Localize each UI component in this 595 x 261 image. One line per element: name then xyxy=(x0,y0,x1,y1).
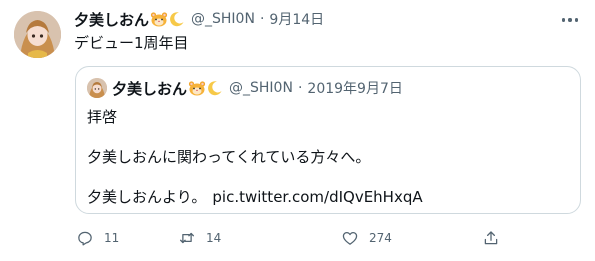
tweet-text: デビュー1周年目 xyxy=(74,34,189,52)
quoted-author-avatar xyxy=(87,78,107,98)
hamster-face-icon xyxy=(150,11,168,27)
quoted-signoff-text: 夕美しおんより。 xyxy=(87,188,207,206)
more-dot-icon xyxy=(574,18,579,22)
reply-icon xyxy=(78,231,92,246)
quoted-tweet-body: 拝啓 夕美しおんに関わってくれている方々へ。 夕美しおんより。 pic.twitt… xyxy=(87,107,423,207)
heart-icon xyxy=(342,231,358,245)
more-options-button[interactable] xyxy=(559,11,581,29)
retweet-icon xyxy=(179,232,195,244)
separator-dot: · xyxy=(259,11,265,27)
quoted-line-greeting: 拝啓 xyxy=(87,108,118,126)
tweet-date[interactable]: 9月14日 xyxy=(269,9,324,29)
retweet-count: 14 xyxy=(206,231,222,245)
tweet-header: 夕美しおん @_SHI0N · 9月14日 xyxy=(74,9,324,29)
share-icon xyxy=(484,231,498,245)
separator-dot: · xyxy=(297,80,303,96)
more-dot-icon xyxy=(568,18,572,22)
quoted-tweet-card[interactable]: 夕美しおん @_SHI0N · 2019年9月7日 拝啓 夕美しおんに関わってく… xyxy=(75,66,581,214)
crescent-moon-icon xyxy=(207,80,223,96)
quoted-line-signoff: 夕美しおんより。 pic.twitter.com/dIQvEhHxqA xyxy=(87,187,423,207)
quoted-tweet-header: 夕美しおん @_SHI0N · 2019年9月7日 xyxy=(87,77,403,99)
quoted-author-name: 夕美しおん xyxy=(112,79,188,98)
author-avatar[interactable] xyxy=(14,11,61,58)
like-button[interactable]: 274 xyxy=(341,227,392,249)
retweet-button[interactable]: 14 xyxy=(178,227,221,249)
hamster-face-icon xyxy=(188,80,206,96)
author-name[interactable]: 夕美しおん xyxy=(74,9,149,30)
quoted-media-link[interactable]: pic.twitter.com/dIQvEhHxqA xyxy=(212,188,422,206)
tweet-action-bar: 11 14 274 xyxy=(76,227,498,249)
author-handle[interactable]: @_SHI0N xyxy=(191,11,255,27)
like-count: 274 xyxy=(369,231,392,245)
quoted-tweet-date: 2019年9月7日 xyxy=(307,81,403,97)
more-dot-icon xyxy=(561,18,566,22)
quoted-line-message: 夕美しおんに関わってくれている方々へ。 xyxy=(87,148,371,166)
share-button[interactable] xyxy=(482,227,500,249)
reply-button[interactable]: 11 xyxy=(76,227,119,249)
quoted-author-handle: @_SHI0N xyxy=(229,80,293,96)
crescent-moon-icon xyxy=(169,11,185,27)
reply-count: 11 xyxy=(104,231,120,245)
